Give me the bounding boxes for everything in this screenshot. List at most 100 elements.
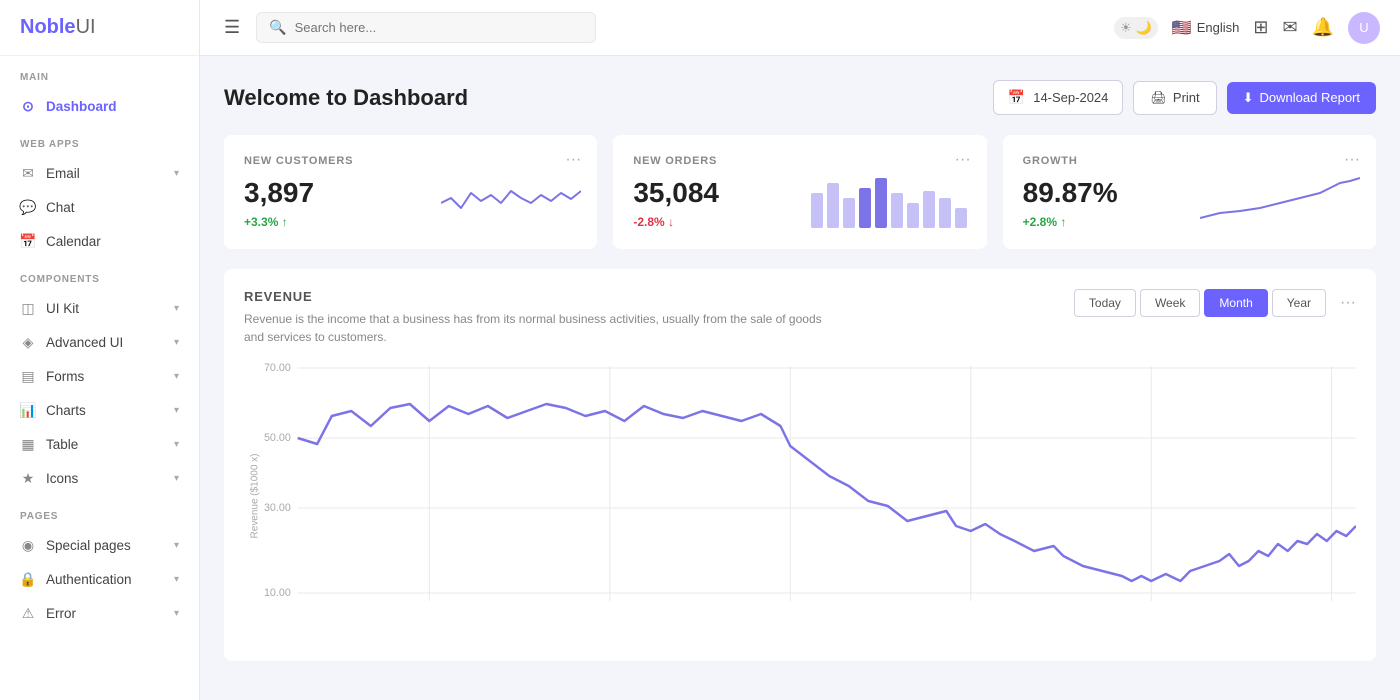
language-label: English [1197,20,1240,35]
topnav-right: ☀ 🌙 🇺🇸 English ⊞ ✉ 🔔 U [1114,12,1380,44]
sidebar-label-email: Email [46,166,80,181]
svg-text:30.00: 30.00 [264,502,291,514]
revenue-card: REVENUE Revenue is the income that a bus… [224,269,1376,661]
revenue-chart: 70.00 50.00 30.00 10.00 Revenue ($1000 x… [244,356,1356,636]
chevron-down-icon: ▾ [174,608,179,619]
tab-year[interactable]: Year [1272,289,1326,317]
chevron-down-icon: ▾ [174,168,179,179]
svg-text:10.00: 10.00 [264,587,291,599]
sidebar-section-label-webapps: WEB APPS [0,123,199,156]
language-button[interactable]: 🇺🇸 English [1172,18,1240,38]
dashboard-header: Welcome to Dashboard 📅 14-Sep-2024 🖨 Pri… [224,80,1376,115]
email-icon: ✉ [20,165,36,181]
stat-cards: ··· NEW CUSTOMERS 3,897 +3.3% ↑ ··· NEW … [224,135,1376,249]
moon-icon: 🌙 [1136,20,1152,36]
sidebar-label-icons: Icons [46,471,78,486]
sidebar-item-ui-kit[interactable]: ◫ UI Kit ▾ [0,291,199,325]
sidebar-section-label-main: MAIN [0,56,199,89]
sidebar-label-dashboard: Dashboard [46,99,117,114]
hamburger-button[interactable]: ☰ [220,13,244,42]
sidebar-label-authentication: Authentication [46,572,132,587]
sidebar-item-email[interactable]: ✉ Email ▾ [0,156,199,190]
ui-kit-icon: ◫ [20,300,36,316]
stat-card-new-customers: ··· NEW CUSTOMERS 3,897 +3.3% ↑ [224,135,597,249]
sidebar-item-advanced-ui[interactable]: ◈ Advanced UI ▾ [0,325,199,359]
sidebar-item-forms[interactable]: ▤ Forms ▾ [0,359,199,393]
download-label: Download Report [1260,90,1360,105]
stat-card-new-orders: ··· NEW ORDERS 35,084 -2.8% ↓ [613,135,986,249]
card-menu-button[interactable]: ··· [1344,151,1360,169]
sidebar-section-label-pages: PAGES [0,495,199,528]
sidebar-label-table: Table [46,437,78,452]
tab-week[interactable]: Week [1140,289,1200,317]
sidebar-item-calendar[interactable]: 📅 Calendar [0,224,199,258]
print-button[interactable]: 🖨 Print [1133,81,1216,115]
sidebar-item-icons[interactable]: ★ Icons ▾ [0,461,199,495]
download-report-button[interactable]: ⬇ Download Report [1227,82,1376,114]
card-menu-button[interactable]: ··· [565,151,581,169]
chat-icon: 💬 [20,199,36,215]
sidebar-label-chat: Chat [46,200,75,215]
search-icon: 🔍 [269,19,286,36]
chevron-down-icon: ▾ [174,540,179,551]
chevron-down-icon: ▾ [174,574,179,585]
svg-text:Revenue ($1000 x): Revenue ($1000 x) [250,454,261,539]
bell-icon[interactable]: 🔔 [1312,17,1334,38]
topnav: ☰ 🔍 ☀ 🌙 🇺🇸 English ⊞ ✉ 🔔 U [200,0,1400,56]
forms-icon: ▤ [20,368,36,384]
tab-today[interactable]: Today [1074,289,1136,317]
page-title: Welcome to Dashboard [224,85,468,111]
grid-icon[interactable]: ⊞ [1253,17,1268,38]
revenue-tabs: Today Week Month Year [1074,289,1326,317]
print-label: Print [1173,90,1200,105]
stat-label: NEW ORDERS [633,155,966,167]
sidebar-label-advanced-ui: Advanced UI [46,335,123,350]
revenue-description: Revenue is the income that a business ha… [244,310,844,346]
search-input[interactable] [295,20,584,35]
revenue-header: REVENUE Revenue is the income that a bus… [244,289,1356,346]
tab-month[interactable]: Month [1204,289,1267,317]
content-area: Welcome to Dashboard 📅 14-Sep-2024 🖨 Pri… [200,56,1400,700]
sidebar: NobleUI MAIN ⊙ Dashboard WEB APPS ✉ Emai… [0,0,200,700]
svg-text:70.00: 70.00 [264,362,291,374]
date-picker[interactable]: 📅 14-Sep-2024 [993,80,1124,115]
stat-label: NEW CUSTOMERS [244,155,577,167]
header-actions: 📅 14-Sep-2024 🖨 Print ⬇ Download Report [993,80,1376,115]
sidebar-label-charts: Charts [46,403,86,418]
sidebar-item-authentication[interactable]: 🔒 Authentication ▾ [0,562,199,596]
download-icon: ⬇ [1243,90,1254,106]
sidebar-item-chat[interactable]: 💬 Chat [0,190,199,224]
app-logo: NobleUI [0,0,199,56]
sidebar-item-dashboard[interactable]: ⊙ Dashboard [0,89,199,123]
advanced-ui-icon: ◈ [20,334,36,350]
avatar[interactable]: U [1348,12,1380,44]
sparkline-growth [1200,173,1360,233]
authentication-icon: 🔒 [20,571,36,587]
mail-icon[interactable]: ✉ [1282,17,1297,38]
logo-bold: Noble [20,16,76,38]
chevron-down-icon: ▾ [174,405,179,416]
sidebar-item-charts[interactable]: 📊 Charts ▾ [0,393,199,427]
error-icon: ⚠ [20,605,36,621]
revenue-header-left: REVENUE Revenue is the income that a bus… [244,289,844,346]
revenue-controls: Today Week Month Year ··· [1074,289,1356,317]
sidebar-item-error[interactable]: ⚠ Error ▾ [0,596,199,630]
sidebar-section-webapps: WEB APPS ✉ Email ▾ 💬 Chat 📅 Calendar [0,123,199,258]
theme-toggle[interactable]: ☀ 🌙 [1114,17,1158,39]
sidebar-item-table[interactable]: ▦ Table ▾ [0,427,199,461]
chevron-down-icon: ▾ [174,303,179,314]
chevron-down-icon: ▾ [174,439,179,450]
revenue-menu-button[interactable]: ··· [1340,294,1356,312]
card-menu-button[interactable]: ··· [955,151,971,169]
sidebar-label-error: Error [46,606,76,621]
svg-text:50.00: 50.00 [264,432,291,444]
stat-label: GROWTH [1023,155,1356,167]
date-value: 14-Sep-2024 [1033,90,1108,105]
dashboard-icon: ⊙ [20,98,36,114]
table-icon: ▦ [20,436,36,452]
sidebar-item-special-pages[interactable]: ◉ Special pages ▾ [0,528,199,562]
flag-icon: 🇺🇸 [1172,18,1192,38]
sidebar-label-calendar: Calendar [46,234,101,249]
bar-chart-orders [811,173,971,233]
revenue-title: REVENUE [244,289,844,304]
